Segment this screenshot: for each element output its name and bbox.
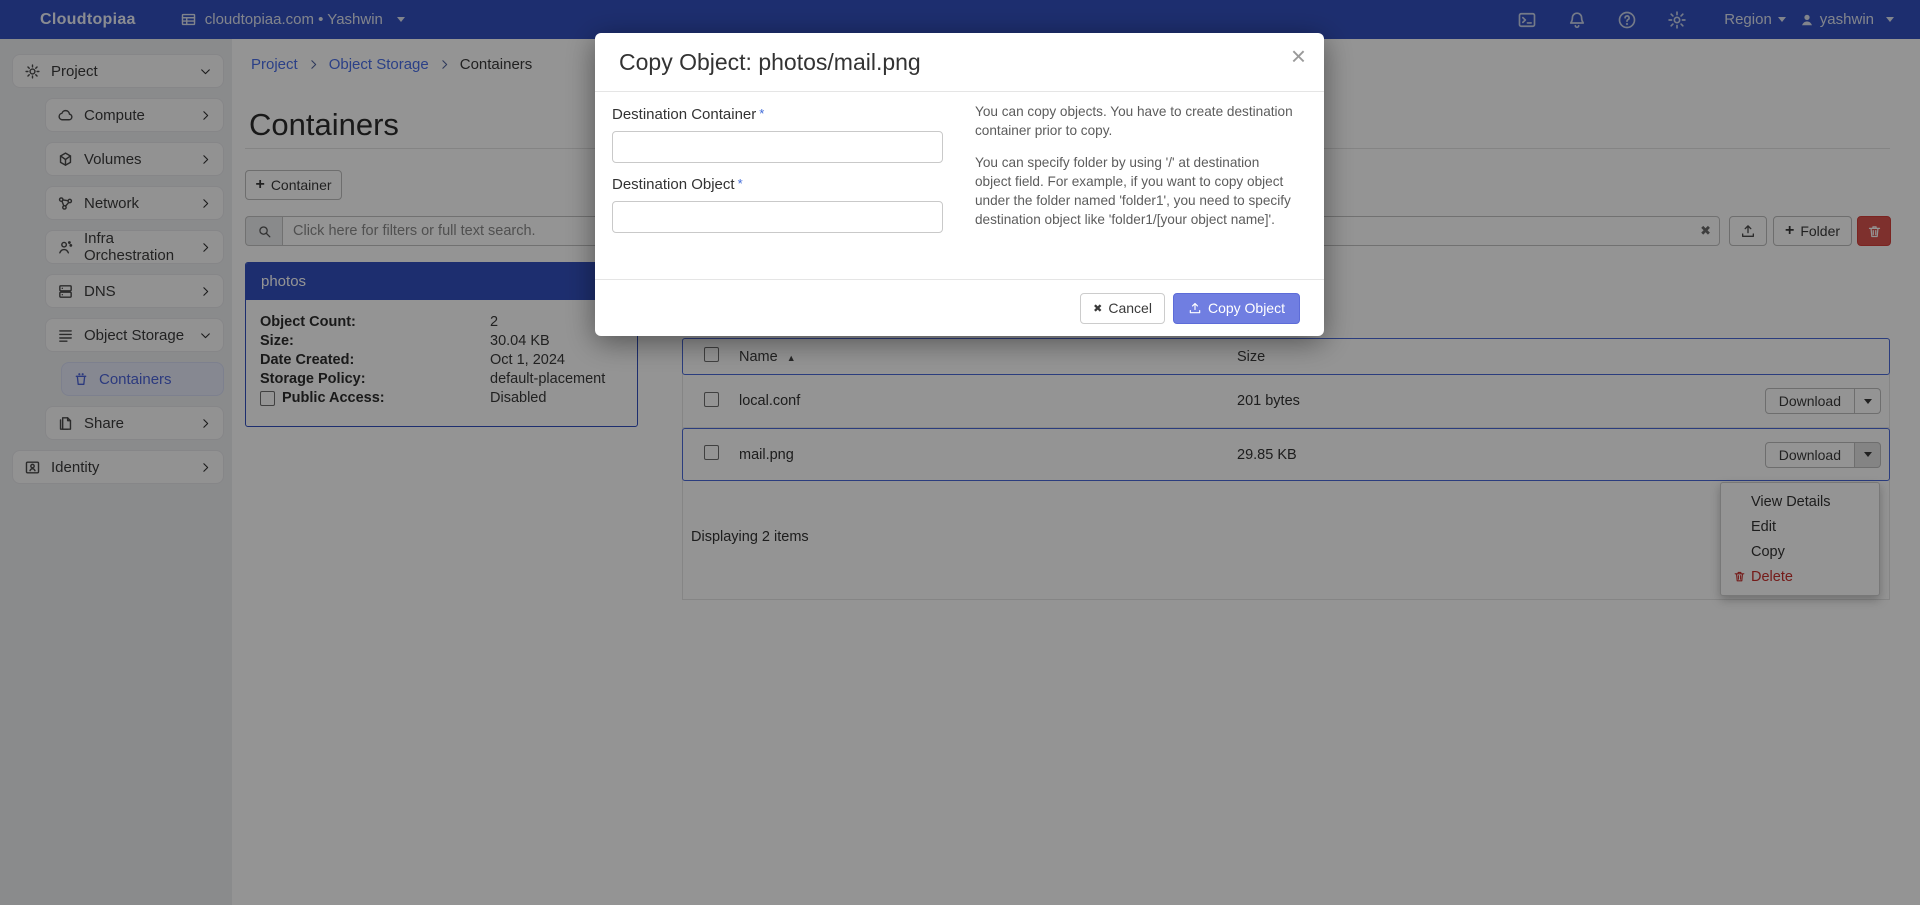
copy-object-modal: Copy Object: photos/mail.png × Destinati… [595,33,1324,336]
cancel-button[interactable]: ✖ Cancel [1080,293,1165,324]
modal-help-text: You can copy objects. You have to create… [975,102,1295,242]
destination-object-input[interactable] [612,201,943,233]
x-icon: ✖ [1093,302,1102,315]
copy-object-button[interactable]: Copy Object [1173,293,1300,324]
destination-object-label: Destination Object* [612,176,943,193]
modal-header: Copy Object: photos/mail.png × [595,33,1324,92]
upload-icon [1188,301,1202,315]
destination-container-label: Destination Container* [612,106,943,123]
destination-container-input[interactable] [612,131,943,163]
required-asterisk: * [738,176,743,191]
modal-body: Destination Container* Destination Objec… [595,92,1324,279]
modal-title: Copy Object: photos/mail.png [619,49,921,75]
close-icon[interactable]: × [1291,43,1306,69]
required-asterisk: * [759,106,764,121]
modal-footer: ✖ Cancel Copy Object [595,279,1324,336]
modal-form: Destination Container* Destination Objec… [612,106,943,246]
